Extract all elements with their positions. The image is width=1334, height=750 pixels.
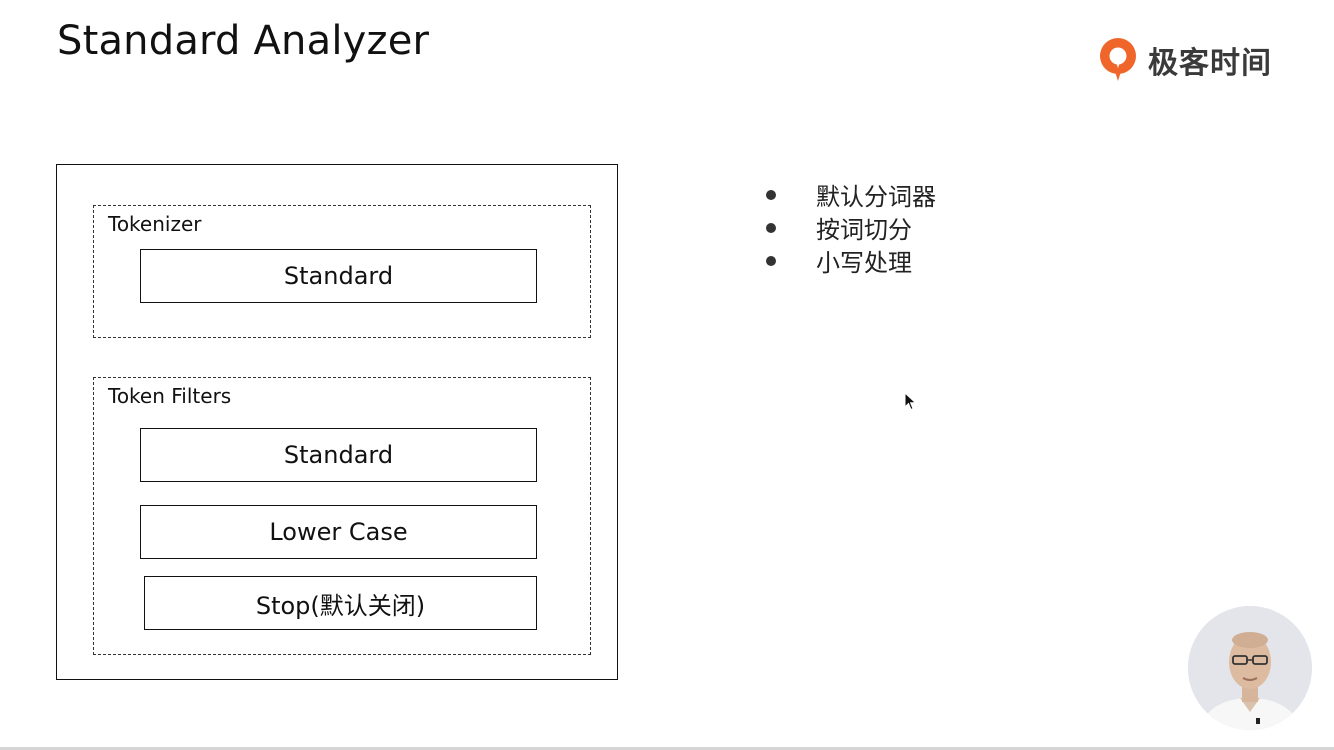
tokenizer-label: Tokenizer <box>108 212 202 236</box>
list-item: 默认分词器 <box>762 178 936 211</box>
bullet-text: 小写处理 <box>816 249 912 277</box>
filter-standard-stage: Standard <box>140 428 537 482</box>
bullet-dot-icon <box>766 222 776 233</box>
brand-logo: 极客时间 <box>1096 34 1272 86</box>
analyzer-box: Tokenizer Standard Token Filters Standar… <box>56 164 618 680</box>
token-filters-label: Token Filters <box>108 384 232 408</box>
filter-stop-stage: Stop(默认关闭) <box>144 576 537 630</box>
notes-list: 默认分词器 按词切分 小写处理 <box>762 178 936 277</box>
token-filters-group: Token Filters Standard Lower Case Stop(默… <box>93 377 591 655</box>
tokenizer-group: Tokenizer Standard <box>93 205 591 338</box>
list-item: 小写处理 <box>762 244 936 277</box>
filter-lowercase-stage: Lower Case <box>140 505 537 559</box>
bullet-dot-icon <box>766 189 776 200</box>
geektime-logo-icon <box>1100 38 1136 81</box>
tokenizer-standard-stage: Standard <box>140 249 537 303</box>
brand-name: 极客时间 <box>1148 46 1272 81</box>
bullet-dot-icon <box>766 255 776 266</box>
presenter-video-icon <box>1188 606 1312 730</box>
mouse-pointer-icon <box>904 392 917 411</box>
slide-title: Standard Analyzer <box>57 18 430 64</box>
bullet-text: 按词切分 <box>816 216 912 244</box>
bullet-text: 默认分词器 <box>816 183 936 211</box>
list-item: 按词切分 <box>762 211 936 244</box>
